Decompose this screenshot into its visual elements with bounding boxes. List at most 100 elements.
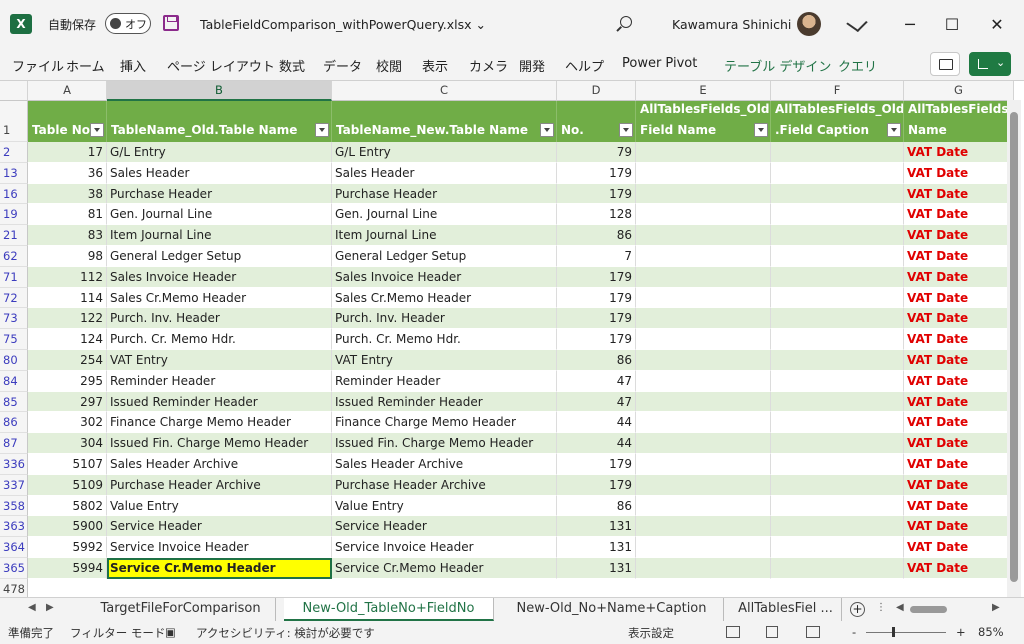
table-cell[interactable]: 44: [557, 412, 636, 434]
table-cell[interactable]: Issued Fin. Charge Memo Header: [107, 433, 332, 454]
menu-power-pivot[interactable]: Power Pivot: [622, 56, 697, 71]
table-cell[interactable]: 86: [557, 225, 636, 246]
tab-new-old-tableno[interactable]: New-Old_TableNo+FieldNo: [284, 598, 494, 621]
table-cell[interactable]: Gen. Journal Line: [332, 204, 557, 226]
filter-dropdown-icon[interactable]: [315, 123, 329, 137]
search-icon[interactable]: [620, 16, 632, 28]
add-sheet-icon[interactable]: +: [850, 602, 865, 617]
page-layout-view-icon[interactable]: [766, 626, 778, 638]
menu-page-layout[interactable]: ページ レイアウト: [167, 56, 275, 75]
table-cell[interactable]: Purch. Inv. Header: [332, 308, 557, 330]
table-cell[interactable]: 47: [557, 391, 636, 413]
table-cell[interactable]: Value Entry: [332, 495, 557, 517]
table-cell[interactable]: VAT Date: [904, 266, 1014, 288]
macro-record-icon[interactable]: ▣: [165, 625, 176, 639]
table-cell[interactable]: 38: [28, 183, 107, 205]
table-cell[interactable]: 131: [557, 558, 636, 579]
row-header[interactable]: 337: [0, 474, 28, 496]
table-cell[interactable]: VAT Date: [904, 412, 1014, 434]
table-cell[interactable]: 179: [557, 266, 636, 288]
menu-camera[interactable]: カメラ: [469, 56, 508, 75]
table-cell[interactable]: VAT Date: [904, 495, 1014, 517]
table-cell[interactable]: [636, 391, 771, 413]
table-cell[interactable]: 179: [557, 162, 636, 184]
row-header[interactable]: 73: [0, 308, 28, 330]
menu-table-design[interactable]: テーブル デザイン: [724, 56, 831, 75]
table-cell[interactable]: VAT Date: [904, 183, 1014, 205]
save-icon[interactable]: [163, 15, 179, 31]
row-header[interactable]: 2: [0, 142, 28, 163]
table-cell[interactable]: Purch. Cr. Memo Hdr.: [332, 329, 557, 350]
row-header[interactable]: 62: [0, 246, 28, 267]
table-cell[interactable]: Reminder Header: [332, 370, 557, 392]
table-header-cell[interactable]: Table No.: [28, 101, 107, 142]
table-cell[interactable]: Sales Header Archive: [107, 454, 332, 475]
normal-view-icon[interactable]: [726, 626, 740, 638]
table-cell[interactable]: VAT Date: [904, 454, 1014, 475]
table-cell[interactable]: VAT Date: [904, 516, 1014, 538]
table-header-cell[interactable]: AllTablesFields_Old. Field Name: [636, 101, 771, 142]
table-cell[interactable]: VAT Date: [904, 370, 1014, 392]
menu-view[interactable]: 表示: [422, 56, 448, 75]
table-cell[interactable]: 86: [557, 350, 636, 371]
table-cell[interactable]: Item Journal Line: [107, 225, 332, 246]
table-cell[interactable]: 254: [28, 350, 107, 371]
maximize-icon[interactable]: ☐: [940, 12, 964, 36]
table-cell[interactable]: VAT Date: [904, 142, 1014, 163]
horizontal-scroll-thumb[interactable]: [910, 606, 947, 613]
table-cell[interactable]: Sales Header Archive: [332, 454, 557, 475]
table-cell[interactable]: [771, 474, 904, 496]
table-cell[interactable]: 36: [28, 162, 107, 184]
table-cell[interactable]: [636, 370, 771, 392]
display-settings-button[interactable]: 表示設定: [628, 625, 674, 641]
row-header[interactable]: 13: [0, 162, 28, 184]
menu-developer[interactable]: 開発: [519, 56, 545, 75]
table-cell[interactable]: Purchase Header Archive: [332, 474, 557, 496]
table-cell[interactable]: Sales Invoice Header: [332, 266, 557, 288]
table-cell[interactable]: [771, 142, 904, 163]
column-header-b[interactable]: B: [107, 81, 332, 101]
table-cell[interactable]: 98: [28, 246, 107, 267]
table-cell[interactable]: VAT Date: [904, 433, 1014, 454]
filter-dropdown-icon[interactable]: [754, 123, 768, 137]
row-header[interactable]: 75: [0, 329, 28, 350]
table-cell[interactable]: [636, 537, 771, 558]
row-header[interactable]: 86: [0, 412, 28, 434]
table-cell[interactable]: VAT Date: [904, 474, 1014, 496]
row-header[interactable]: 21: [0, 225, 28, 246]
table-cell[interactable]: [771, 370, 904, 392]
row-header[interactable]: 478: [0, 578, 28, 597]
row-header[interactable]: 87: [0, 433, 28, 454]
table-header-cell[interactable]: TableName_New.Table Name: [332, 101, 557, 142]
table-header-cell[interactable]: AllTablesFields Name: [904, 101, 1014, 142]
table-cell[interactable]: VAT Date: [904, 350, 1014, 371]
tab-new-old-no-name[interactable]: New-Old_No+Name+Caption: [500, 598, 724, 621]
menu-help[interactable]: ヘルプ: [565, 56, 604, 75]
table-cell[interactable]: VAT Date: [904, 329, 1014, 350]
user-name[interactable]: Kawamura Shinichi: [672, 0, 791, 48]
table-cell[interactable]: 131: [557, 537, 636, 558]
table-cell[interactable]: [636, 516, 771, 538]
table-cell[interactable]: 44: [557, 433, 636, 454]
table-cell[interactable]: 5802: [28, 495, 107, 517]
table-cell[interactable]: VAT Entry: [107, 350, 332, 371]
table-cell[interactable]: [771, 204, 904, 226]
table-cell[interactable]: [636, 308, 771, 330]
hscroll-left-icon[interactable]: ◀: [896, 602, 904, 613]
menu-home[interactable]: ホーム: [66, 56, 105, 75]
table-header-cell[interactable]: No.: [557, 101, 636, 142]
table-cell[interactable]: 124: [28, 329, 107, 350]
table-cell[interactable]: Sales Cr.Memo Header: [332, 287, 557, 309]
table-cell[interactable]: 179: [557, 454, 636, 475]
table-cell[interactable]: [636, 350, 771, 371]
row-header[interactable]: 363: [0, 516, 28, 538]
table-cell[interactable]: VAT Date: [904, 308, 1014, 330]
table-cell[interactable]: 81: [28, 204, 107, 226]
table-cell[interactable]: Reminder Header: [107, 370, 332, 392]
table-cell[interactable]: [636, 454, 771, 475]
table-cell[interactable]: Service Invoice Header: [107, 537, 332, 558]
column-header-c[interactable]: C: [332, 81, 557, 101]
filter-dropdown-icon[interactable]: [540, 123, 554, 137]
table-cell[interactable]: [636, 287, 771, 309]
table-cell[interactable]: G/L Entry: [107, 142, 332, 163]
